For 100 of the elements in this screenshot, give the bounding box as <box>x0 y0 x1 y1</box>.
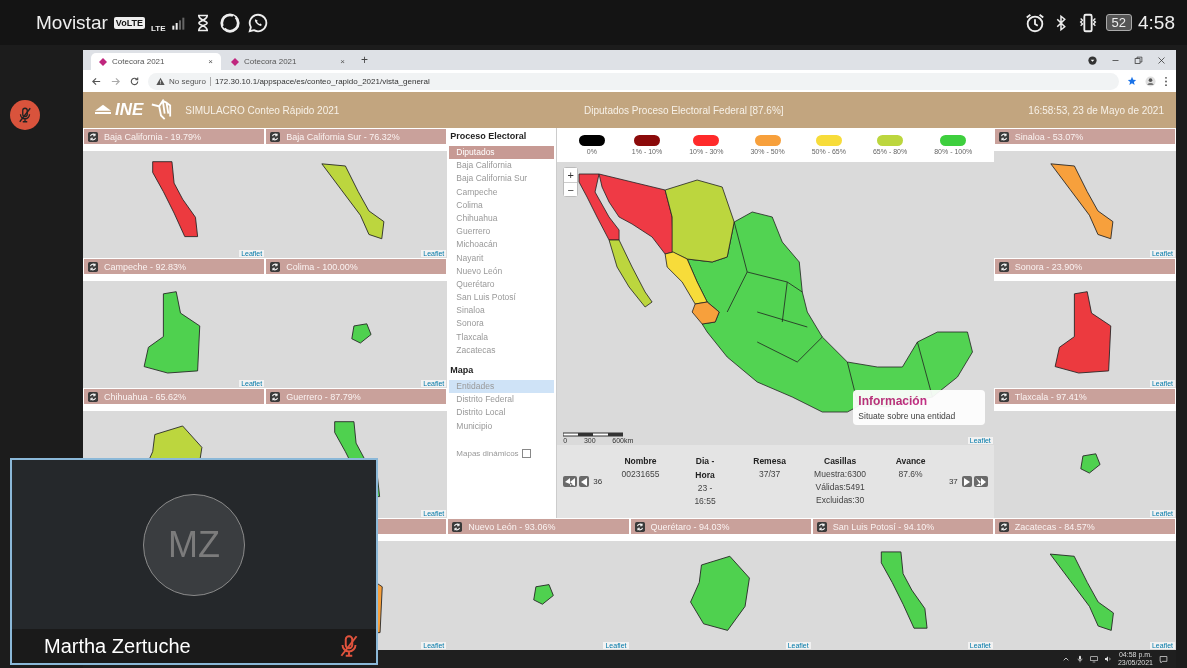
column-heading: Remesa <box>752 455 787 468</box>
panel-title: San Luis Potosí - 94.10% <box>832 521 935 532</box>
menu-item[interactable]: Municipio <box>449 419 555 433</box>
avatar: MZ <box>143 493 245 596</box>
tab-close[interactable]: × <box>208 57 213 66</box>
panel-title: Sonora - 23.90% <box>1014 261 1083 272</box>
refresh-icon <box>998 261 1009 272</box>
refresh-icon <box>816 521 827 532</box>
mic-off-icon <box>16 106 34 124</box>
column-heading: Dia - Hora <box>694 455 716 482</box>
app-title: SIMULACRO Conteo Rápido 2021 <box>185 104 340 116</box>
mute-button[interactable] <box>10 100 40 130</box>
panel-title: Baja California Sur - 76.32% <box>286 131 400 142</box>
menu-item[interactable]: Campeche <box>449 185 555 199</box>
column-value: 87.6% <box>898 468 923 481</box>
network-icon <box>1089 655 1098 663</box>
page-subtitle: Diputados Proceso Electoral Federal [87.6%] <box>584 104 784 116</box>
sync-circle-icon <box>219 11 242 34</box>
previous-button[interactable] <box>579 476 590 487</box>
ballot-icon <box>149 99 174 121</box>
tab-title: Cotecora 2021 <box>244 57 298 66</box>
refresh-icon <box>270 131 281 142</box>
date-time: 16:58:53, 23 de Mayo de 2021 <box>1028 104 1164 116</box>
column-value: Excluidas:30 <box>816 494 865 507</box>
dropdown-icon <box>1088 55 1097 65</box>
panel-title: Zacatecas - 84.57% <box>1014 521 1095 532</box>
volte-badge: VoLTE <box>113 16 145 29</box>
last-button[interactable] <box>973 476 988 487</box>
refresh-icon <box>88 261 98 272</box>
menu-item[interactable]: Nuevo León <box>449 264 555 278</box>
menu-item[interactable]: Guerrero <box>449 225 555 239</box>
menu-item[interactable]: Sinaloa <box>449 304 555 318</box>
carrier-name: Movistar <box>36 11 108 34</box>
refresh-icon <box>270 391 281 402</box>
refresh-icon <box>452 521 463 532</box>
menu-item[interactable]: Sonora <box>449 317 555 331</box>
address-bar[interactable]: No seguro 172.30.10.1/appspace/es/conteo_rapido_2021/vista_general <box>148 72 1119 90</box>
column-heading: Avance <box>894 455 927 468</box>
panel-title: Colima - 100.00% <box>286 261 358 272</box>
column-value: Válidas:5491 <box>815 481 865 494</box>
info-title: Información <box>858 394 928 408</box>
panel-title: Chihuahua - 65.62% <box>104 391 187 402</box>
tab-title: Cotecora 2021 <box>112 57 166 66</box>
panel-title: Tlaxcala - 97.41% <box>1014 391 1087 402</box>
panel-title: Sinaloa - 53.07% <box>1014 131 1084 142</box>
menu-item[interactable]: Michoacán <box>449 238 555 252</box>
refresh-icon <box>998 391 1009 402</box>
refresh-icon <box>88 131 98 142</box>
menu-item[interactable]: Distrito Local <box>449 406 555 420</box>
browser-tab[interactable]: Cotecora 2021 × <box>223 53 353 70</box>
panel-title: Campeche - 92.83% <box>104 261 187 272</box>
menu-item[interactable]: Colima <box>449 198 555 212</box>
chevron-up-icon <box>1061 655 1070 663</box>
refresh-icon <box>88 391 98 402</box>
panel-title: Baja California - 19.79% <box>104 131 202 142</box>
checkbox[interactable] <box>521 448 531 458</box>
previous-number: 36 <box>593 477 603 486</box>
menu-item[interactable]: Baja California <box>449 159 555 173</box>
menu-item[interactable]: Zacatecas <box>449 343 555 357</box>
panel-title: Guerrero - 87.79% <box>286 391 361 402</box>
column-heading: Casillas <box>823 455 858 468</box>
info-text: Situate sobre una entidad <box>858 411 957 421</box>
profile-icon <box>1145 75 1156 87</box>
reload-icon <box>129 75 140 87</box>
next-number: 37 <box>948 477 958 486</box>
forward-icon <box>110 75 121 87</box>
first-button[interactable] <box>563 476 578 487</box>
menu-item[interactable]: San Luis Potosí <box>449 291 555 305</box>
checkbox-label: Mapas dinámicos <box>456 448 519 458</box>
new-tab-button[interactable]: + <box>355 53 374 67</box>
tab-close[interactable]: × <box>340 57 345 66</box>
refresh-icon <box>998 131 1009 142</box>
refresh-icon <box>270 261 281 272</box>
microphone-icon <box>1075 655 1084 663</box>
menu-item[interactable]: Distrito Federal <box>449 393 555 407</box>
refresh-icon <box>634 521 645 532</box>
section-heading: Proceso Electoral <box>449 131 528 143</box>
refresh-icon <box>998 521 1009 532</box>
menu-item[interactable]: Diputados <box>449 146 555 160</box>
panel-title: Querétaro - 94.03% <box>650 521 730 532</box>
column-value: 37/37 <box>758 468 781 481</box>
menu-item[interactable]: Chihuahua <box>449 211 555 226</box>
next-button[interactable] <box>961 476 972 487</box>
zoom-out-button[interactable]: − <box>564 182 578 196</box>
menu-item[interactable]: Baja California Sur <box>449 172 555 186</box>
whatsapp-icon <box>247 11 270 34</box>
close-icon <box>1157 55 1166 65</box>
battery-indicator: 52 <box>1105 14 1132 31</box>
url-text: 172.30.10.1/appspace/es/conteo_rapido_2021/vista_general <box>209 76 430 86</box>
menu-item[interactable]: Querétaro <box>449 277 555 292</box>
logo-text: INE <box>115 100 144 120</box>
logo-mark-icon <box>95 104 111 116</box>
column-heading: Nombre <box>623 455 658 468</box>
menu-icon <box>1164 75 1168 87</box>
menu-item[interactable]: Nayarit <box>449 251 555 265</box>
network-type: LTE <box>150 23 166 33</box>
restore-icon <box>1134 55 1143 65</box>
star-icon <box>1127 76 1137 86</box>
menu-item[interactable]: Tlaxcala <box>449 330 555 344</box>
browser-tab[interactable]: Cotecora 2021 × <box>91 53 221 70</box>
